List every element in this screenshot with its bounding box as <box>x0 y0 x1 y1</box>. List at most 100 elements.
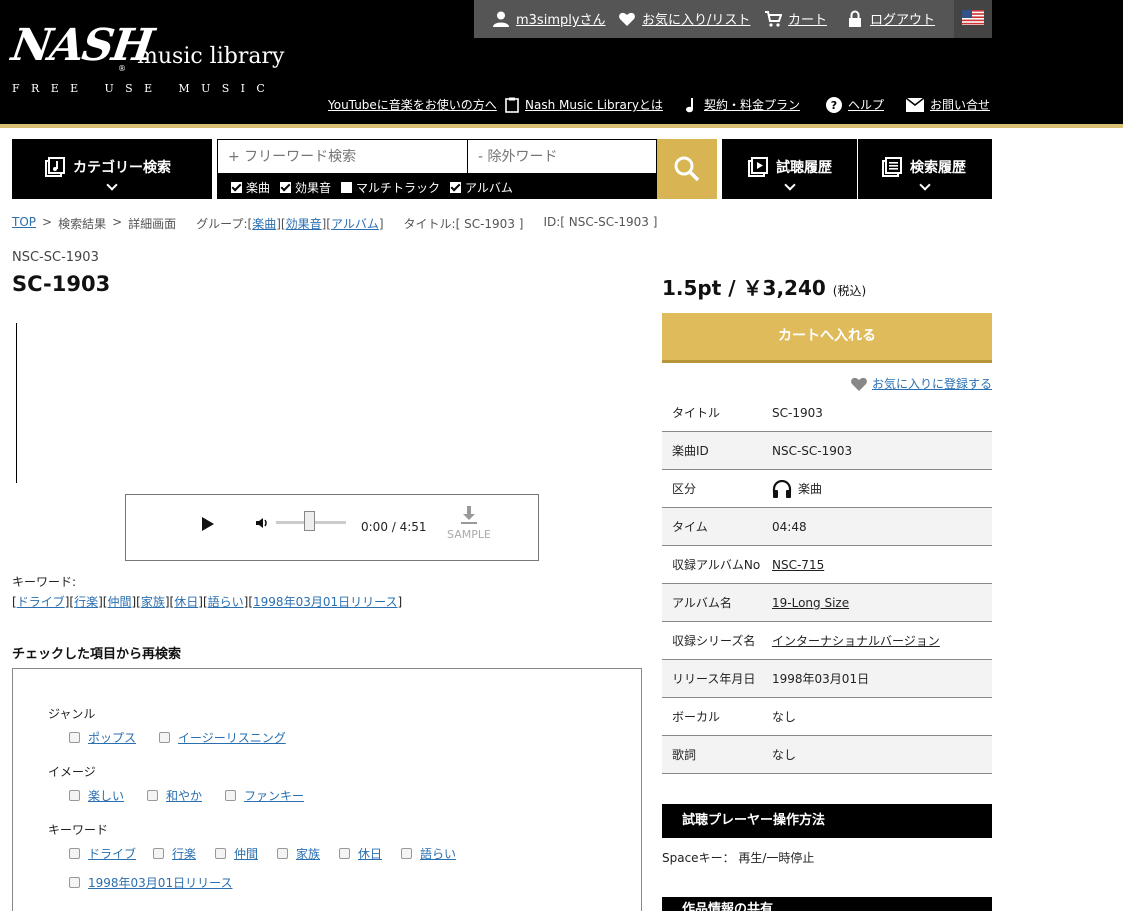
keyword-option-label[interactable]: 家族 <box>296 845 320 862</box>
category-search-label: カテゴリー検索 <box>73 160 171 176</box>
keyword-checkbox[interactable] <box>401 848 412 859</box>
play-button[interactable] <box>202 517 214 531</box>
language-switch[interactable] <box>954 0 992 38</box>
keyword-option-label[interactable]: 行楽 <box>172 845 196 862</box>
keyword-checkbox[interactable] <box>153 848 164 859</box>
genre-checkbox[interactable] <box>69 732 80 743</box>
play-history-icon <box>748 157 768 177</box>
keyword-option-label[interactable]: 休日 <box>358 845 382 862</box>
registered-mark: ® <box>118 64 126 73</box>
info-key: アルバム名 <box>672 596 732 610</box>
filter-music-checkbox[interactable] <box>231 182 242 193</box>
user-icon <box>493 11 509 27</box>
filter-album-label: アルバム <box>465 181 513 195</box>
cart-link[interactable]: カート <box>764 9 827 28</box>
filter-album-checkbox[interactable] <box>450 182 462 193</box>
keyword-option-label[interactable]: 仲間 <box>234 845 258 862</box>
keyword-checkbox[interactable] <box>215 848 226 859</box>
image-option[interactable]: 和やか <box>147 787 202 804</box>
keyword-option[interactable]: 1998年03月01日リリース <box>69 874 232 891</box>
image-option[interactable]: ファンキー <box>225 787 304 804</box>
mail-icon <box>906 97 924 112</box>
keyword-link[interactable]: 語らい <box>208 595 244 609</box>
add-to-cart-button[interactable]: カートへ入れる <box>662 313 992 363</box>
image-option-label[interactable]: ファンキー <box>244 787 304 804</box>
keyword-option-label[interactable]: 1998年03月01日リリース <box>88 874 232 891</box>
genre-option-label[interactable]: ポップス <box>88 729 136 746</box>
album-no-link[interactable]: NSC-715 <box>772 558 824 572</box>
breadcrumb-results: 検索結果 <box>58 217 107 231</box>
filter-multitrack-checkbox[interactable] <box>341 182 353 193</box>
keyword-checkbox[interactable] <box>277 848 288 859</box>
genre-checkbox[interactable] <box>159 732 170 743</box>
search-button[interactable] <box>657 139 717 199</box>
keyword-option-label[interactable]: ドライブ <box>88 845 136 862</box>
search-history-button[interactable]: 検索履歴 <box>858 139 992 199</box>
waveform-area[interactable] <box>16 323 17 483</box>
contact-link[interactable]: お問い合せ <box>906 96 990 113</box>
sample-download-button[interactable]: SAMPLE <box>444 505 494 541</box>
category-search-button[interactable]: カテゴリー検索 <box>12 139 212 199</box>
page-title: SC-1903 <box>12 272 111 296</box>
image-checkbox[interactable] <box>225 790 236 801</box>
keyword-option[interactable]: 休日 <box>339 845 382 862</box>
image-option-label[interactable]: 和やか <box>166 787 202 804</box>
info-value: 04:48 <box>772 519 807 534</box>
listen-history-button[interactable]: 試聴履歴 <box>722 139 857 199</box>
free-word-input[interactable] <box>218 140 467 173</box>
image-checkbox[interactable] <box>147 790 158 801</box>
keyword-link[interactable]: 仲間 <box>107 595 131 609</box>
breadcrumb-top[interactable]: TOP <box>12 215 36 232</box>
series-link[interactable]: インターナショナルバージョン <box>772 632 940 649</box>
info-value: SC-1903 <box>772 405 823 420</box>
image-checkbox[interactable] <box>69 790 80 801</box>
image-option[interactable]: 楽しい <box>69 787 124 804</box>
filter-multitrack[interactable]: マルチトラック <box>341 179 440 196</box>
keyword-checkbox[interactable] <box>339 848 350 859</box>
about-link[interactable]: Nash Music Libraryとは <box>505 96 663 113</box>
keyword-option[interactable]: 家族 <box>277 845 320 862</box>
youtube-link[interactable]: YouTubeに音楽をお使いの方へ <box>328 96 497 113</box>
keyword-link[interactable]: 行楽 <box>74 595 98 609</box>
filter-album[interactable]: アルバム <box>450 179 513 196</box>
filter-sfx-checkbox[interactable] <box>280 182 292 193</box>
keyword-option[interactable]: 語らい <box>401 845 456 862</box>
volume-slider-handle[interactable] <box>304 511 315 531</box>
keyword-option[interactable]: ドライブ <box>69 845 136 862</box>
exclude-word-input[interactable] <box>468 140 656 173</box>
nash-logo[interactable]: NASH <box>8 20 155 71</box>
breadcrumb-group-music[interactable]: 楽曲 <box>252 217 276 231</box>
genre-option[interactable]: イージーリスニング <box>159 729 286 746</box>
keyword-link[interactable]: ドライブ <box>17 595 65 609</box>
keyword-link[interactable]: 家族 <box>141 595 165 609</box>
genre-option-label[interactable]: イージーリスニング <box>178 729 286 746</box>
breadcrumb-group-sfx[interactable]: 効果音 <box>286 217 322 231</box>
add-favorite-link[interactable]: お気に入りに登録する <box>850 375 992 392</box>
favorites-link[interactable]: お気に入り/リスト <box>618 9 750 28</box>
volume-icon[interactable] <box>256 517 270 529</box>
cart-label: カート <box>788 13 828 28</box>
user-name: m3simplyさん <box>516 13 606 28</box>
keyword-option[interactable]: 仲間 <box>215 845 258 862</box>
pricing-link[interactable]: 契約・料金プラン <box>684 96 800 113</box>
search-icon <box>674 156 700 182</box>
image-option-label[interactable]: 楽しい <box>88 787 124 804</box>
keyword-link[interactable]: 休日 <box>174 595 198 609</box>
logo-text[interactable]: music library <box>137 44 284 69</box>
keyword-list: [ドライブ][行楽][仲間][家族][休日][語らい][1998年03月01日リ… <box>12 595 403 609</box>
breadcrumb-group-album[interactable]: アルバム <box>331 217 379 231</box>
genre-option[interactable]: ポップス <box>69 729 136 746</box>
keyword-checkbox[interactable] <box>69 848 80 859</box>
filter-music[interactable]: 楽曲 <box>231 179 270 196</box>
keyword-link[interactable]: 1998年03月01日リリース <box>253 595 397 609</box>
filter-sfx[interactable]: 効果音 <box>280 179 331 196</box>
album-name-link[interactable]: 19-Long Size <box>772 596 849 610</box>
keyword-option-label[interactable]: 語らい <box>420 845 456 862</box>
keyword-option[interactable]: 行楽 <box>153 845 196 862</box>
audio-player: 0:00 / 4:51 SAMPLE <box>125 494 539 561</box>
user-link[interactable]: m3simplyさん <box>492 9 606 28</box>
help-link[interactable]: ? ヘルプ <box>826 96 884 113</box>
pricing-label: 契約・料金プラン <box>704 98 801 112</box>
keyword-checkbox[interactable] <box>69 877 80 888</box>
logout-link[interactable]: ログアウト <box>846 9 935 28</box>
